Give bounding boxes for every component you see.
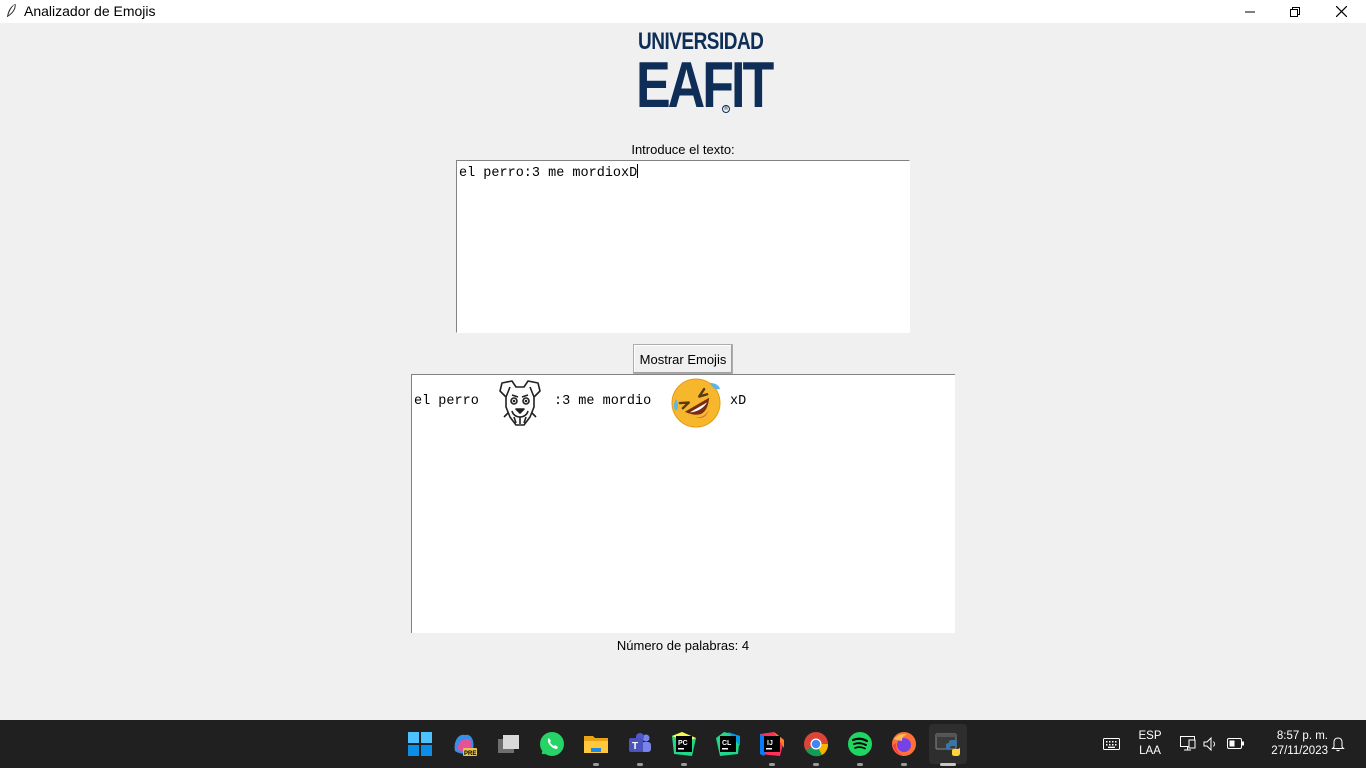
volume-icon[interactable] [1203, 737, 1219, 751]
teams-running-dot [637, 763, 643, 766]
pycharm-running-dot [681, 763, 687, 766]
start-button[interactable] [404, 728, 436, 760]
input-prompt-label: Introduce el texto: [631, 142, 735, 157]
feather-icon [7, 3, 16, 17]
word-count-label: Número de palabras: 4 [616, 638, 750, 653]
svg-text:PRE: PRE [464, 751, 476, 757]
firefox-running-dot [901, 763, 907, 766]
input-language-indicator[interactable]: ESP LAA [1134, 729, 1166, 759]
taskbar-pycharm[interactable]: PC [668, 728, 700, 760]
registered-mark: ® [722, 105, 730, 113]
notification-bell-icon[interactable] [1331, 736, 1345, 752]
logo-line-eafit: EAFIT [636, 49, 774, 122]
taskbar-python[interactable] [932, 728, 964, 760]
restore-icon [1290, 6, 1300, 17]
taskbar-clion[interactable]: CL [712, 728, 744, 760]
taskbar-intellij[interactable]: IJ [756, 728, 788, 760]
teams-icon: T [629, 733, 651, 752]
rolling-on-floor-laughing-icon [671, 378, 721, 428]
chrome-running-dot [813, 763, 819, 766]
clock-time: 8:57 p. m. [1276, 730, 1328, 742]
svg-text:CL: CL [722, 740, 732, 747]
show-emojis-button[interactable]: Mostrar Emojis [633, 344, 733, 374]
output-segment-3: xD [730, 394, 747, 409]
close-button[interactable] [1318, 0, 1364, 23]
restore-button[interactable] [1272, 0, 1318, 23]
folder-icon [584, 736, 608, 753]
whatsapp-icon [540, 732, 564, 756]
minimize-icon [1245, 11, 1255, 12]
output-text-area[interactable]: el perro :3 me mordio xD [411, 374, 955, 633]
text-input-area[interactable]: el perro:3 me mordioxD [456, 160, 910, 333]
svg-text:PC: PC [678, 740, 688, 747]
task-view-icon [498, 735, 519, 753]
clock[interactable]: 8:57 p. m. 27/11/2023 [1256, 729, 1328, 759]
window-title: Analizador de Emojis [24, 3, 156, 19]
spotify-icon [848, 732, 872, 756]
clock-date: 27/11/2023 [1271, 745, 1328, 757]
taskbar-task-view[interactable] [492, 728, 524, 760]
file-explorer-running-dot [593, 763, 599, 766]
dog-face-icon [499, 380, 541, 426]
close-icon [1335, 6, 1347, 17]
intellij-icon: IJ [760, 732, 784, 756]
network-icon[interactable] [1180, 736, 1196, 751]
language-line-2: LAA [1139, 745, 1161, 757]
taskbar-whatsapp[interactable] [536, 728, 568, 760]
taskbar-firefox[interactable] [888, 728, 920, 760]
taskbar-file-explorer[interactable] [580, 728, 612, 760]
eafit-logo: UNIVERSIDAD EAFIT ® [636, 29, 774, 125]
windows-start-icon [408, 732, 432, 756]
clion-icon: CL [716, 732, 740, 756]
spotify-running-dot [857, 763, 863, 766]
keyboard-icon[interactable] [1103, 738, 1120, 750]
python-icon [935, 733, 960, 756]
title-bar: Analizador de Emojis [0, 0, 1366, 23]
minimize-button[interactable] [1227, 0, 1273, 23]
battery-icon[interactable] [1227, 738, 1245, 749]
text-caret [637, 164, 639, 178]
chrome-icon [804, 732, 829, 757]
copilot-icon: PRE [454, 734, 477, 757]
taskbar-copilot[interactable]: PRE [448, 728, 480, 760]
taskbar: PRE T PC CL IJ ESP LAA 8:57 p. m. 27/11/… [0, 720, 1366, 768]
input-text-value: el perro:3 me mordioxD [459, 166, 638, 181]
taskbar-teams[interactable]: T [624, 728, 656, 760]
intellij-running-dot [769, 763, 775, 766]
pycharm-icon: PC [672, 732, 696, 756]
taskbar-chrome[interactable] [800, 728, 832, 760]
output-segment-1: el perro [414, 394, 479, 409]
taskbar-spotify[interactable] [844, 728, 876, 760]
firefox-icon [892, 732, 916, 756]
python-active-bar [940, 763, 956, 766]
language-line-1: ESP [1138, 730, 1162, 742]
output-segment-2: :3 me mordio [554, 394, 652, 409]
svg-text:IJ: IJ [767, 740, 773, 747]
svg-text:T: T [632, 741, 638, 752]
window-body: UNIVERSIDAD EAFIT ® Introduce el texto: … [0, 23, 1366, 720]
